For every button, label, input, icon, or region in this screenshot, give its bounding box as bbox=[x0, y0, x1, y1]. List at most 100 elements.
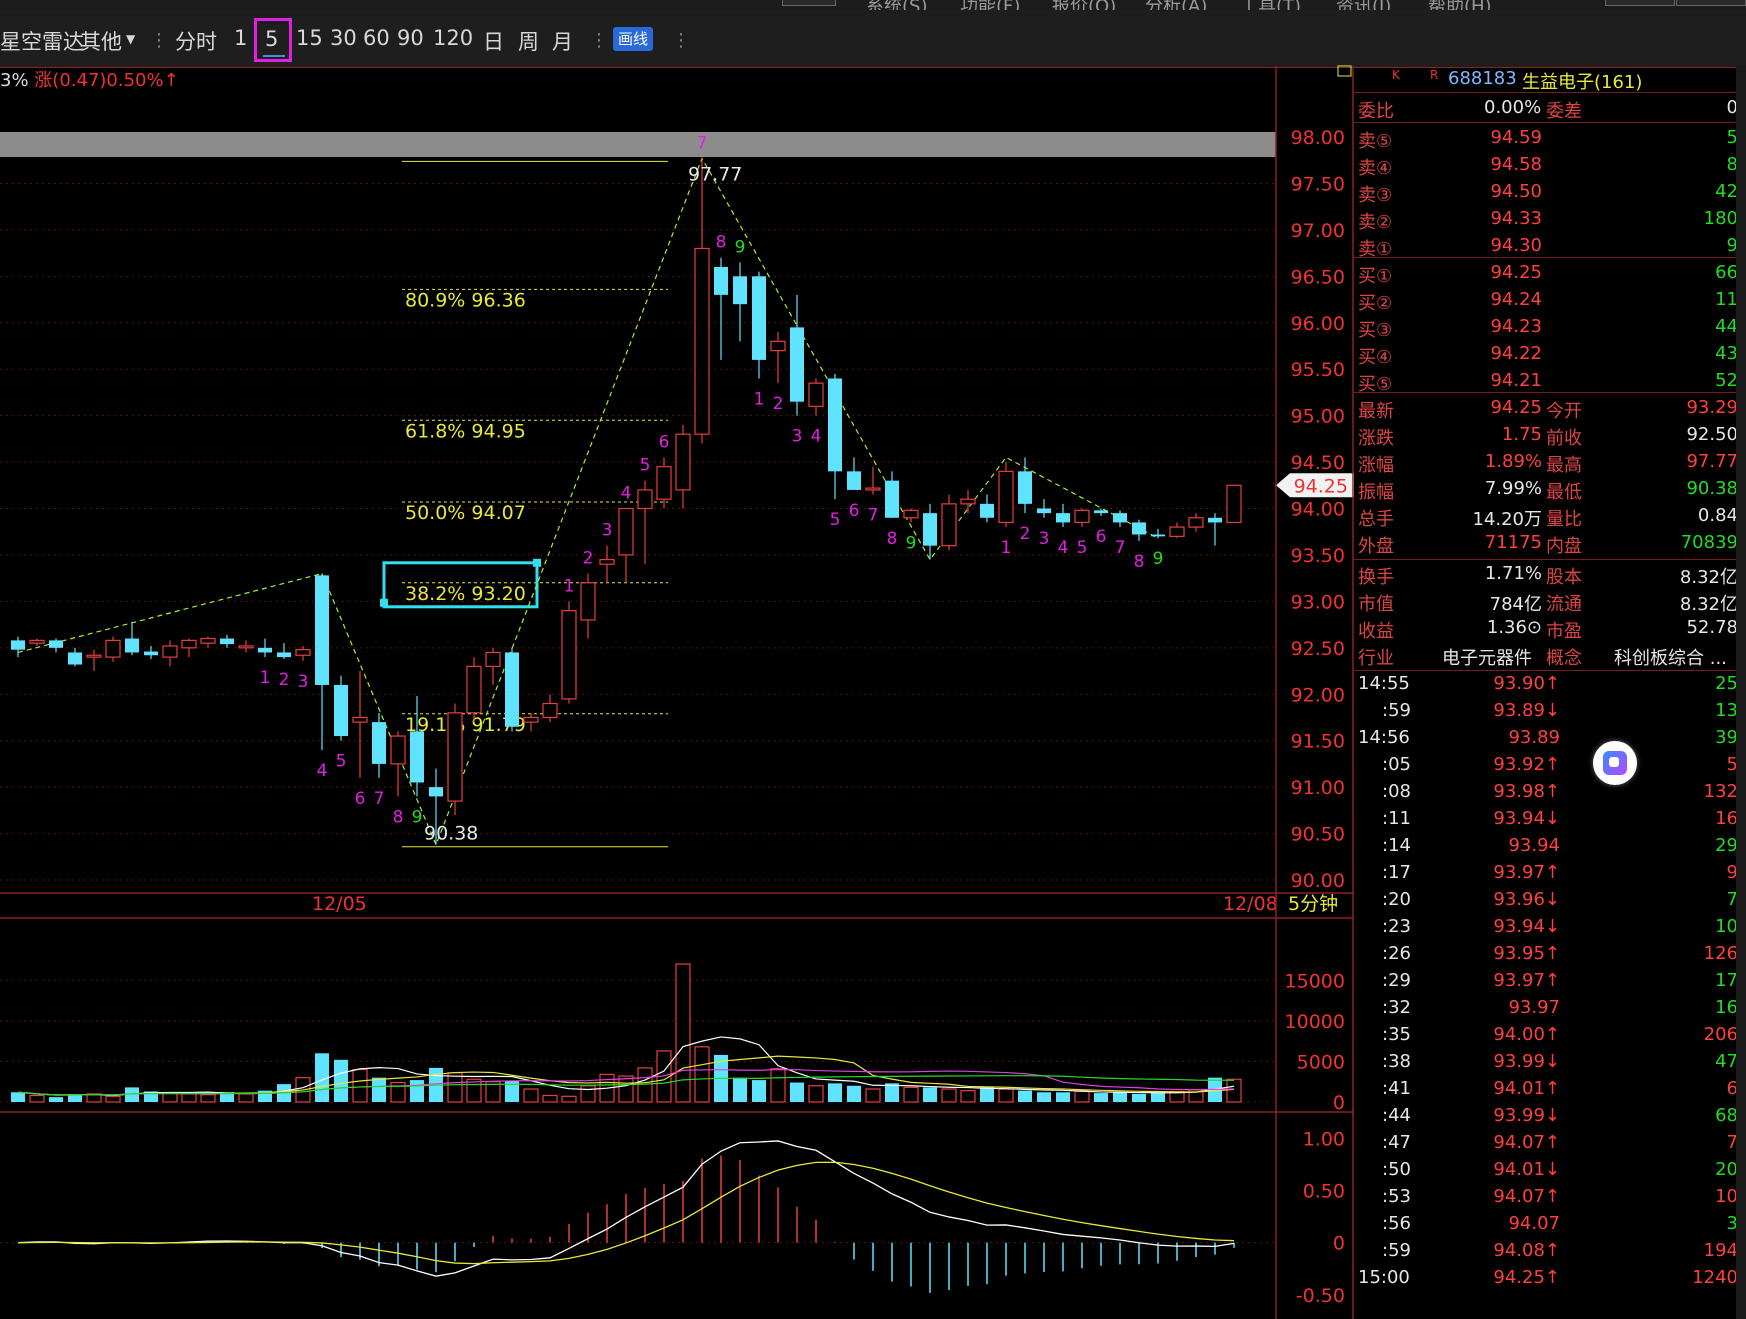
macd-pane bbox=[0, 1140, 1276, 1293]
tick-time: :35 bbox=[1382, 1024, 1411, 1045]
candle-body bbox=[105, 639, 121, 658]
weibi-value: 0.00% bbox=[1484, 97, 1542, 118]
candle-body bbox=[315, 575, 329, 685]
tick-time: :56 bbox=[1382, 1213, 1411, 1234]
price-axis: 98.00 97.50 97.00 96.50 96.00 95.50 95.00 94.50… bbox=[1285, 127, 1345, 1307]
ask-volume: 42 bbox=[1715, 181, 1738, 202]
candle-body bbox=[998, 470, 1014, 524]
concept-value[interactable]: 科创板综合 ... bbox=[1614, 644, 1727, 670]
candle-body bbox=[903, 509, 919, 519]
tick-volume: 10 bbox=[1715, 916, 1738, 937]
bid-row[interactable]: 买⑤ 94.21 52 bbox=[1354, 368, 1746, 395]
td-count-label: 7 bbox=[374, 789, 385, 809]
bid-volume: 11 bbox=[1715, 289, 1738, 310]
td-count-label: 7 bbox=[1115, 538, 1126, 558]
tick-row: :56 94.07 3 bbox=[1354, 1212, 1746, 1238]
tick-price: 93.89 bbox=[1508, 727, 1560, 748]
td-count-label: 8 bbox=[716, 233, 727, 253]
price-tick-label: 95.00 bbox=[1291, 406, 1345, 428]
volume-bar bbox=[447, 1072, 463, 1103]
quote-value: 1.75 bbox=[1501, 424, 1542, 445]
quote-value: 97.77 bbox=[1686, 451, 1738, 472]
tick-time: 14:55 bbox=[1358, 673, 1410, 694]
ask-volume: 180 bbox=[1703, 208, 1738, 229]
bid-row[interactable]: 买② 94.24 11 bbox=[1354, 287, 1746, 314]
candle-body bbox=[733, 276, 747, 305]
candle-body bbox=[980, 503, 994, 518]
volume-bar bbox=[580, 1085, 596, 1103]
volume-bar bbox=[410, 1080, 424, 1102]
volume-bar bbox=[181, 1093, 197, 1103]
tick-price: 93.92↑ bbox=[1493, 754, 1560, 775]
tick-time: :29 bbox=[1382, 970, 1411, 991]
quote-row: 涨幅 1.89% 最高 97.77 bbox=[1354, 449, 1746, 476]
volume-bar bbox=[960, 1090, 976, 1103]
volume-bar bbox=[752, 1080, 766, 1102]
td-count-label: 3 bbox=[792, 427, 803, 447]
volume-bar bbox=[903, 1086, 919, 1103]
td-count-label: 8 bbox=[393, 807, 404, 827]
volume-bar bbox=[1226, 1078, 1242, 1103]
industry-value[interactable]: 电子元器件 bbox=[1442, 644, 1532, 670]
candle-body bbox=[1188, 517, 1204, 528]
date-label: 12/08 bbox=[1223, 893, 1278, 915]
td-count-label: 9 bbox=[735, 237, 746, 257]
td-count-label: 4 bbox=[1058, 538, 1069, 558]
stock-code: 688183 bbox=[1448, 68, 1517, 89]
macd-tick-label: 1.00 bbox=[1303, 1128, 1345, 1150]
tick-price: 93.94 bbox=[1508, 835, 1560, 856]
k-label[interactable]: K bbox=[1392, 68, 1400, 82]
td-count-label: 5 bbox=[640, 456, 651, 476]
candle-body bbox=[523, 716, 539, 723]
window-minimize-button[interactable] bbox=[1605, 0, 1675, 6]
tick-volume: 194 bbox=[1703, 1240, 1738, 1261]
tick-row: 15:00 94.25↑ 1240 bbox=[1354, 1266, 1746, 1292]
candle-body bbox=[599, 558, 615, 565]
assistant-float-button[interactable] bbox=[1593, 741, 1637, 785]
candle-body bbox=[200, 637, 216, 644]
separator bbox=[1354, 92, 1746, 93]
bid-row[interactable]: 买③ 94.23 44 bbox=[1354, 314, 1746, 341]
candle-body bbox=[714, 267, 728, 295]
ask-row[interactable]: 卖⑤ 94.59 5 bbox=[1354, 125, 1746, 152]
td-count-label: 2 bbox=[1020, 524, 1031, 544]
candle-body bbox=[162, 645, 178, 658]
volume-bar bbox=[352, 1068, 368, 1103]
bid-row[interactable]: 买④ 94.22 43 bbox=[1354, 341, 1746, 368]
fib-level-label: 80.9% 96.36 bbox=[405, 289, 526, 311]
quote-value: 1.89% bbox=[1484, 451, 1542, 472]
candle-body bbox=[29, 639, 45, 644]
candle-body bbox=[505, 652, 519, 727]
volume-bar bbox=[770, 1068, 786, 1103]
tick-row: :59 94.08↑ 194 bbox=[1354, 1239, 1746, 1265]
quote-label: 最新 bbox=[1358, 401, 1394, 422]
volume-bar bbox=[1037, 1092, 1051, 1102]
ask-row[interactable]: 卖② 94.33 180 bbox=[1354, 206, 1746, 233]
candle-body bbox=[352, 716, 368, 723]
tick-price: 94.08↑ bbox=[1493, 1240, 1560, 1261]
window-close-button[interactable] bbox=[1676, 0, 1746, 6]
quote-label: 市盈 bbox=[1546, 621, 1582, 642]
volume-bar bbox=[238, 1093, 254, 1103]
stock-header: K R 688183 生益电子(161) bbox=[1354, 66, 1746, 93]
candle-body bbox=[11, 640, 25, 650]
tick-row: :11 93.94↓ 16 bbox=[1354, 807, 1746, 833]
bid-row[interactable]: 买① 94.25 66 bbox=[1354, 260, 1746, 287]
tick-price: 94.01↓ bbox=[1493, 1159, 1560, 1180]
candle-body bbox=[258, 647, 272, 653]
ask-row[interactable]: 卖④ 94.58 8 bbox=[1354, 152, 1746, 179]
quote-label: 内盘 bbox=[1546, 536, 1582, 557]
tick-row: :17 93.97↑ 9 bbox=[1354, 861, 1746, 887]
candle-body bbox=[466, 665, 482, 714]
volume-bar bbox=[1056, 1092, 1070, 1102]
volume-bar bbox=[49, 1097, 63, 1102]
ask-row[interactable]: 卖③ 94.50 42 bbox=[1354, 179, 1746, 206]
tick-time: :50 bbox=[1382, 1159, 1411, 1180]
panel-scrollbar[interactable] bbox=[1736, 66, 1746, 1319]
kline-chart[interactable]: 80.9% 96.36 61.8% 94.95 50.0% 94.07 38.2% 9… bbox=[0, 0, 1354, 1319]
ask-price: 94.30 bbox=[1490, 235, 1542, 256]
td-count-label: 4 bbox=[811, 427, 822, 447]
weibi-row: 委比 0.00% 委差 0 bbox=[1354, 95, 1746, 122]
r-label[interactable]: R bbox=[1430, 68, 1438, 82]
ask-row[interactable]: 卖① 94.30 9 bbox=[1354, 233, 1746, 260]
